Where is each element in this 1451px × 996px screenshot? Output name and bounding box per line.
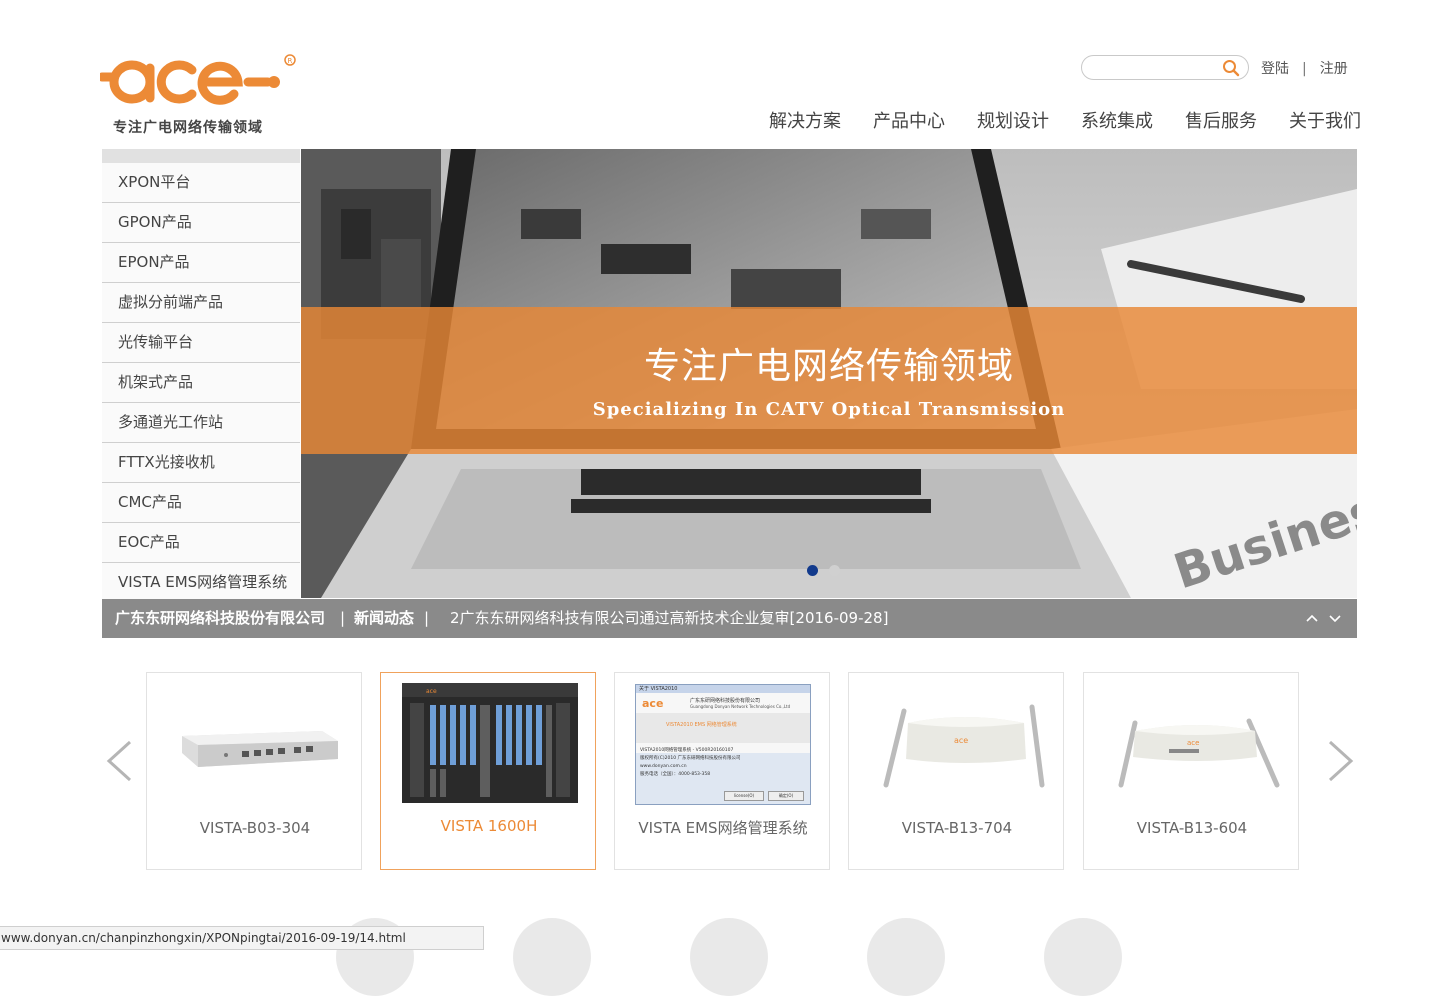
- news-ticker: 广东东研网络科技股份有限公司 | 新闻动态 | 2广东东研网络科技有限公司通过高…: [102, 599, 1357, 638]
- login-link[interactable]: 登陆: [1261, 61, 1289, 77]
- ems-dialog-info: VISTA2010网络管理系统 - V500R20160107 版权所有(C)2…: [640, 747, 741, 779]
- ems-site: www.donyan.com.cn: [640, 764, 687, 769]
- service-circle[interactable]: [1044, 918, 1122, 996]
- search-input[interactable]: [1092, 59, 1226, 78]
- product-card[interactable]: 关于 VISTA2010 ace 广东东研网络科技股份有限公司 Guangdon…: [614, 672, 830, 870]
- banner-subtitle: Specializing In CATV Optical Transmissio…: [592, 399, 1066, 420]
- search-icon[interactable]: [1222, 59, 1240, 77]
- service-circle[interactable]: [513, 918, 591, 996]
- sidebar-item-gpon[interactable]: GPON产品: [102, 203, 300, 243]
- news-separator: |: [340, 609, 346, 627]
- sidebar-item-multichannel-node[interactable]: 多通道光工作站: [102, 403, 300, 443]
- product-image-chassis: ace: [402, 683, 578, 803]
- search-box: [1081, 55, 1249, 80]
- banner-title: 专注广电网络传输领域: [643, 346, 1014, 387]
- sidebar-item-epon[interactable]: EPON产品: [102, 243, 300, 283]
- sidebar-item-virtual-headend[interactable]: 虚拟分前端产品: [102, 283, 300, 323]
- service-circle[interactable]: [690, 918, 768, 996]
- sidebar-header-bar: [102, 149, 300, 163]
- product-card[interactable]: VISTA-B03-304: [146, 672, 362, 870]
- nav-item-planning[interactable]: 规划设计: [977, 107, 1049, 133]
- news-section-link[interactable]: 新闻动态: [354, 599, 414, 638]
- sidebar-item-xpon[interactable]: XPON平台: [102, 163, 300, 203]
- sidebar-item-cmc[interactable]: CMC产品: [102, 483, 300, 523]
- chevron-up-icon[interactable]: [1305, 612, 1319, 624]
- ems-license-button: license(O): [724, 791, 764, 801]
- svg-text:ace: ace: [426, 688, 437, 695]
- news-separator: |: [424, 609, 430, 627]
- auth-links: 登陆 | 注册: [1261, 58, 1348, 78]
- logo-tagline: 专注广电网络传输领域: [113, 120, 263, 136]
- browser-status-url: www.donyan.cn/chanpinzhongxin/XPONpingta…: [0, 926, 484, 950]
- sidebar-item-rack-products[interactable]: 机架式产品: [102, 363, 300, 403]
- product-card[interactable]: ace VISTA-B13-704: [848, 672, 1064, 870]
- service-circle[interactable]: [867, 918, 945, 996]
- product-name: VISTA-B13-704: [901, 819, 1013, 837]
- product-image-gateway: [182, 731, 338, 767]
- ems-dialog-company-en: Guangdong Donyan Network Technologies Co…: [690, 704, 791, 709]
- product-image-router: ace: [1118, 718, 1280, 788]
- hero-banner[interactable]: Business 专注广电网络传输领域 Specializing In CATV…: [301, 149, 1357, 598]
- slide-dot-1[interactable]: [807, 565, 818, 576]
- news-company: 广东东研网络科技股份有限公司: [115, 609, 326, 627]
- product-name: VISTA-B13-604: [1136, 819, 1248, 837]
- ems-dialog-image: [636, 713, 810, 743]
- ems-dialog-company-cn: 广东东研网络科技股份有限公司: [690, 698, 761, 704]
- ems-version: VISTA2010网络管理系统 - V500R20160107: [640, 748, 734, 753]
- sidebar-item-eoc[interactable]: EOC产品: [102, 523, 300, 563]
- sidebar-item-vista-ems[interactable]: VISTA EMS网络管理系统: [102, 563, 300, 602]
- product-image-ems-dialog: 关于 VISTA2010 ace 广东东研网络科技股份有限公司 Guangdon…: [635, 684, 811, 805]
- svg-text:ace: ace: [954, 736, 968, 745]
- product-image-router: ace: [883, 704, 1045, 788]
- sidebar-item-fttx-receiver[interactable]: FTTX光接收机: [102, 443, 300, 483]
- ace-logo-icon: R: [97, 54, 296, 105]
- chevron-down-icon[interactable]: [1328, 612, 1342, 624]
- nav-item-solutions[interactable]: 解决方案: [769, 107, 841, 133]
- ems-dialog-product: VISTA2010 EMS 网络管理系统: [666, 722, 737, 728]
- register-link[interactable]: 注册: [1320, 61, 1348, 77]
- product-sidebar: XPON平台 GPON产品 EPON产品 虚拟分前端产品 光传输平台 机架式产品…: [102, 149, 300, 602]
- product-name: VISTA 1600H: [440, 817, 538, 835]
- nav-item-about[interactable]: 关于我们: [1289, 107, 1361, 133]
- carousel-prev-arrow-icon[interactable]: [104, 738, 134, 784]
- main-nav: 解决方案 产品中心 规划设计 系统集成 售后服务 关于我们: [769, 107, 1361, 133]
- news-headline-link[interactable]: 2广东东研网络科技有限公司通过高新技术企业复审[2016-09-28]: [450, 599, 888, 638]
- auth-separator: |: [1302, 61, 1307, 77]
- ems-phone: 服务电话（全国）：4000-853-358: [640, 772, 711, 777]
- product-card[interactable]: ace VISTA-B13-604: [1083, 672, 1299, 870]
- ems-copyright: 版权所有(C)2010 广东东研网络科技股份有限公司: [640, 756, 741, 761]
- product-name: VISTA-B03-304: [199, 819, 311, 837]
- product-card-active[interactable]: ace VISTA 1600H: [380, 672, 596, 870]
- svg-text:ace: ace: [1187, 739, 1199, 747]
- nav-item-products[interactable]: 产品中心: [873, 107, 945, 133]
- ems-dialog-title: 关于 VISTA2010: [636, 685, 810, 693]
- carousel-next-arrow-icon[interactable]: [1326, 738, 1356, 784]
- nav-item-service[interactable]: 售后服务: [1185, 107, 1257, 133]
- slide-dot-2[interactable]: [829, 565, 840, 576]
- ems-dialog-logo: ace: [642, 697, 664, 710]
- product-name: VISTA EMS网络管理系统: [638, 819, 808, 837]
- svg-text:R: R: [288, 57, 293, 65]
- sidebar-item-optical-transport[interactable]: 光传输平台: [102, 323, 300, 363]
- ems-ok-button: 确定(O): [768, 791, 804, 801]
- site-logo[interactable]: R 专注广电网络传输领域: [97, 50, 300, 140]
- nav-item-integration[interactable]: 系统集成: [1081, 107, 1153, 133]
